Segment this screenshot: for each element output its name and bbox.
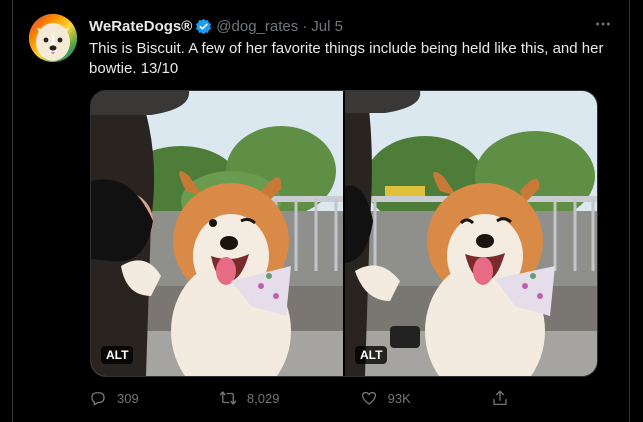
avatar[interactable]: [29, 14, 77, 62]
reply-icon: [91, 392, 105, 406]
handle[interactable]: @dog_rates: [216, 18, 298, 35]
photo-2[interactable]: ALT: [345, 91, 597, 376]
share-icon: [493, 390, 507, 406]
more-horizontal-icon[interactable]: [593, 14, 613, 34]
alt-badge[interactable]: ALT: [355, 346, 388, 364]
alt-badge[interactable]: ALT: [101, 346, 134, 364]
like-button[interactable]: 93K: [360, 389, 411, 407]
action-bar: 309 8,029 93K: [89, 386, 519, 410]
separator-dot: ·: [302, 17, 308, 35]
retweet-icon: [219, 391, 237, 405]
like-icon: [361, 391, 376, 405]
like-count: 93K: [387, 390, 411, 406]
tweet-header: WeRateDogs® @dog_rates · Jul 5: [89, 16, 343, 36]
tweet-text: This is Biscuit. A few of her favorite t…: [89, 40, 604, 77]
reply-count: 309: [117, 390, 139, 406]
tweet-card[interactable]: WeRateDogs® @dog_rates · Jul 5 This is B…: [12, 0, 630, 422]
timestamp[interactable]: Jul 5: [311, 18, 343, 35]
verified-badge-icon: [195, 18, 212, 35]
display-name[interactable]: WeRateDogs®: [89, 18, 192, 35]
retweet-button[interactable]: 8,029: [219, 389, 280, 407]
photo-1[interactable]: ALT: [91, 91, 343, 376]
media-grid: ALT ALT: [90, 90, 598, 377]
retweet-count: 8,029: [246, 390, 280, 406]
reply-button[interactable]: 309: [89, 389, 139, 407]
share-button[interactable]: [491, 389, 519, 407]
